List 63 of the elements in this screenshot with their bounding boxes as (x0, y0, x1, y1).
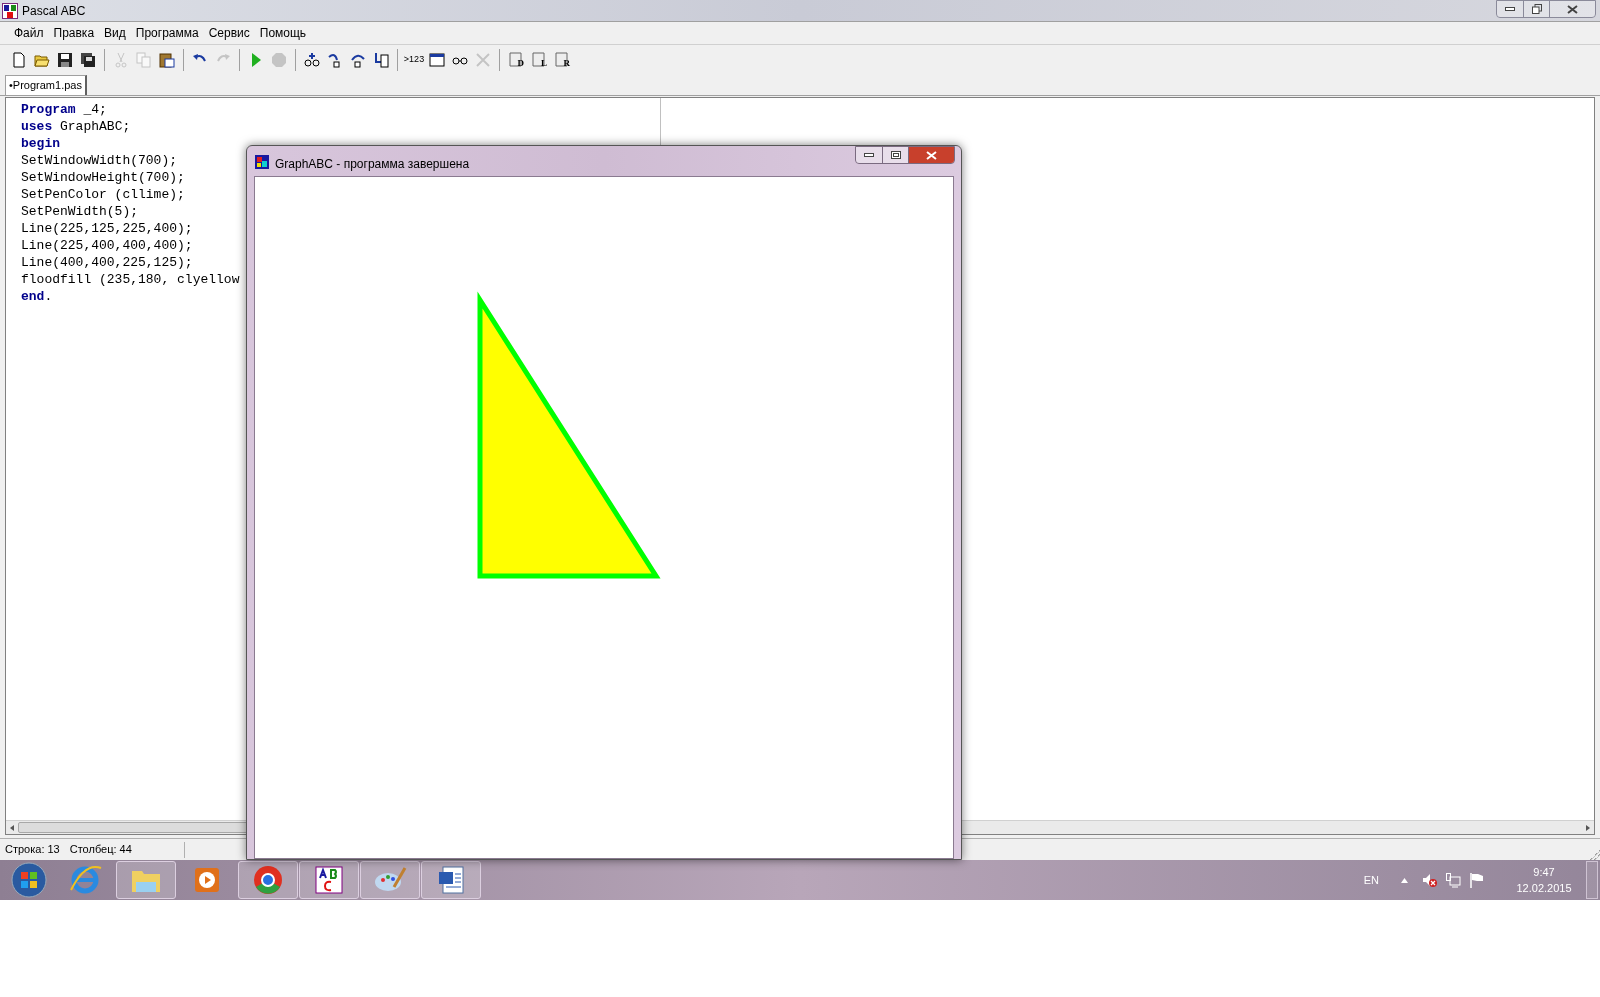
code-line: SetWindowHeight(700); (21, 169, 185, 186)
code-line: SetPenColor (cllime); (21, 186, 185, 203)
code-line: floodfill (235,180, clyellow (21, 271, 240, 288)
pages-icon (136, 52, 152, 68)
output-value-button[interactable]: >123 (403, 49, 425, 71)
file-tab[interactable]: •Program1.pas (5, 75, 87, 95)
glasses-plus-icon (304, 52, 320, 68)
step-into-icon (327, 52, 343, 68)
menu-item[interactable]: Сервис (204, 24, 254, 42)
close-icon (926, 150, 937, 160)
code-line: SetWindowWidth(700); (21, 152, 178, 169)
close-button[interactable] (1550, 1, 1595, 17)
lfm-file-button[interactable]: L (528, 49, 550, 71)
graphabc-logo-icon (255, 155, 269, 169)
code-line: end. (21, 288, 53, 305)
document-letter-icon (531, 52, 547, 68)
code-line: Line(225,125,225,400); (21, 220, 193, 237)
restore-button[interactable] (1524, 1, 1550, 17)
flag-icon[interactable] (1470, 872, 1484, 888)
scissors-icon (113, 52, 129, 68)
menu-item[interactable]: Помощь (255, 24, 311, 42)
maximize-icon (890, 151, 901, 159)
document-letter-icon (554, 52, 570, 68)
cross-icon (475, 52, 491, 68)
muted-speaker-icon[interactable] (1422, 872, 1438, 888)
code-line: Line(225,400,400,400); (21, 237, 193, 254)
dfm-file-button[interactable]: D (505, 49, 527, 71)
code-line: Line(400,400,225,125); (21, 254, 193, 271)
show-hidden-icons-icon[interactable] (1401, 877, 1408, 883)
minimize-icon (1505, 7, 1515, 11)
open-folder-icon (34, 52, 50, 68)
code-line: SetPenWidth(5); (21, 203, 139, 220)
network-icon[interactable] (1446, 872, 1461, 888)
clipboard-icon (159, 52, 175, 68)
res-file-button[interactable]: R (551, 49, 573, 71)
run-to-cursor-icon (373, 52, 389, 68)
maximize-button[interactable] (883, 147, 909, 163)
menu-item[interactable]: Правка (49, 24, 99, 42)
line-status: Строка: 13 (5, 842, 60, 858)
code-line: Program _4; (21, 101, 107, 118)
app-logo-icon (2, 2, 18, 19)
code-line: uses GraphABC; (21, 118, 131, 135)
window-icon (429, 52, 445, 68)
minimize-button[interactable] (1497, 1, 1524, 17)
minimize-button[interactable] (856, 147, 883, 163)
menu-item[interactable]: Программа (131, 24, 203, 42)
pascal-abc-taskbar-button[interactable] (299, 861, 359, 899)
document-letter-icon (508, 52, 524, 68)
minimize-icon (864, 153, 874, 157)
code-line: begin (21, 135, 60, 152)
graph-window-title: GraphABC - программа завершена (275, 156, 470, 173)
menu-item[interactable]: Вид (100, 24, 130, 42)
stop-icon (271, 52, 287, 68)
column-status: Столбец: 44 (69, 842, 132, 858)
step-over-icon (350, 52, 366, 68)
menu-item[interactable]: Файл (10, 24, 48, 42)
page-icon (11, 52, 27, 68)
restore-icon (1531, 4, 1542, 14)
close-icon (1567, 4, 1578, 14)
floppy-disks-icon (80, 52, 96, 68)
close-button[interactable] (909, 147, 954, 163)
windows-logo-icon (11, 862, 47, 898)
window-title: Pascal ABC (22, 2, 86, 20)
